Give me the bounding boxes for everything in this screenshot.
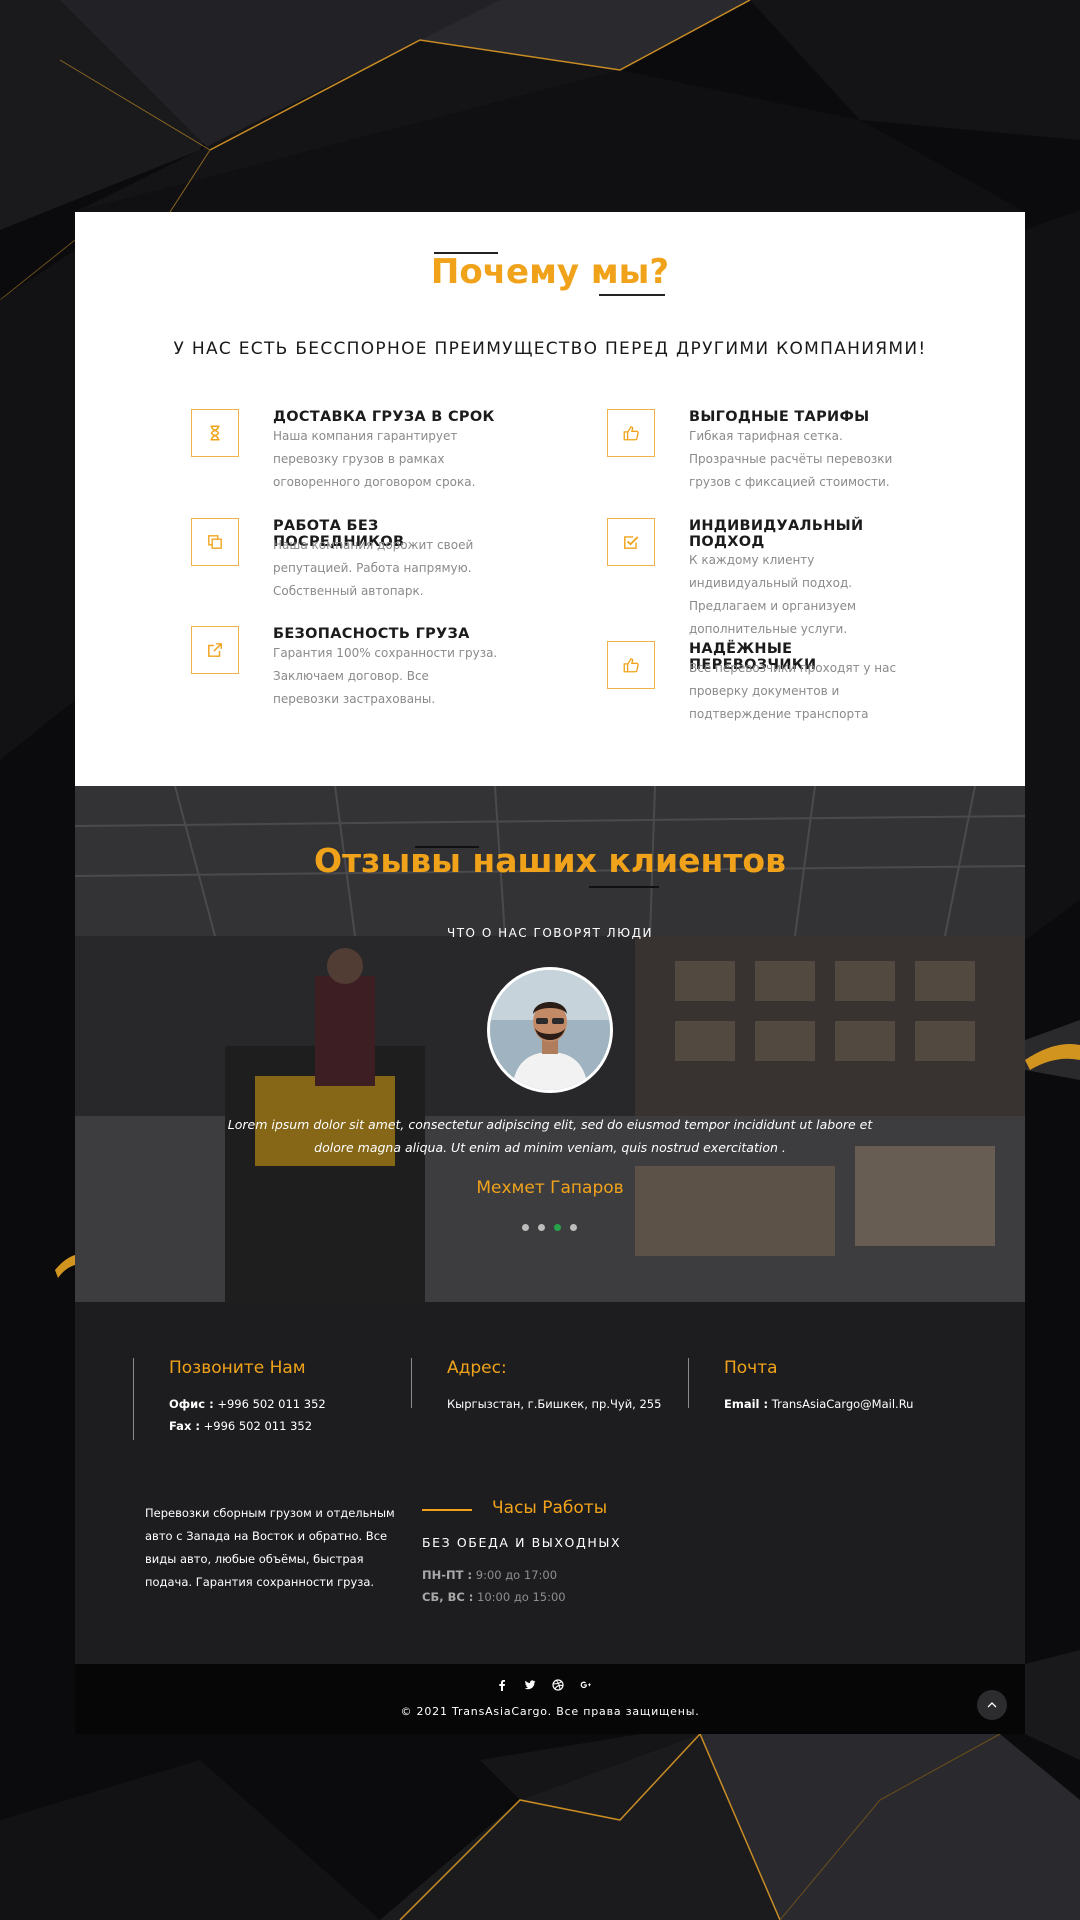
feature-title: ВЫГОДНЫЕ ТАРИФЫ <box>689 409 870 425</box>
weekend-value: 10:00 до 15:00 <box>477 1590 566 1604</box>
reviewer-avatar <box>487 967 613 1093</box>
hours-weekdays: ПН-ПТ : 9:00 до 17:00 <box>422 1568 557 1582</box>
weekend-label: СБ, ВС : <box>422 1590 474 1604</box>
hours-weekend: СБ, ВС : 10:00 до 15:00 <box>422 1590 566 1604</box>
google-plus-icon[interactable] <box>579 1678 593 1692</box>
why-us-section: Почему мы? У НАС ЕСТЬ БЕССПОРНОЕ ПРЕИМУЩ… <box>75 212 1025 786</box>
address-heading: Адрес: <box>447 1358 507 1378</box>
reviews-subtitle: ЧТО О НАС ГОВОРЯТ ЛЮДИ <box>447 926 653 940</box>
reviews-title: Отзывы наших клиентов <box>314 841 786 880</box>
social-links <box>495 1678 593 1692</box>
carousel-dot-4[interactable] <box>570 1224 577 1231</box>
scroll-to-top-button[interactable] <box>977 1690 1007 1720</box>
contact-phone-block: Позвоните Нам Офис : +996 502 011 352 Fa… <box>133 1358 326 1440</box>
contact-address-block: Адрес: Кыргызстан, г.Бишкек, пр.Чуй, 255 <box>411 1358 661 1411</box>
phone-heading: Позвоните Нам <box>169 1358 306 1378</box>
feature-title: БЕЗОПАСНОСТЬ ГРУЗА <box>273 626 470 642</box>
check-square-icon <box>607 518 655 566</box>
hours-decor-line <box>422 1509 472 1511</box>
carousel-dot-2[interactable] <box>538 1224 545 1231</box>
feature-text: Гарантия 100% сохранности груза. Заключа… <box>273 646 498 706</box>
footer: Позвоните Нам Офис : +996 502 011 352 Fa… <box>75 1302 1025 1664</box>
feature-text: Все перевозчики проходят у нас проверку … <box>689 661 897 721</box>
why-us-title: Почему мы? <box>430 252 670 292</box>
fax-number[interactable]: +996 502 011 352 <box>204 1419 312 1433</box>
title-decor-line-bottom <box>599 294 665 296</box>
feature-text: Наша компания дорожит своей репутацией. … <box>273 538 474 598</box>
email-label: Email : <box>724 1397 769 1411</box>
email-line: Email : TransAsiaCargo@Mail.Ru <box>724 1397 913 1411</box>
feature-title: ИНДИВИДУАЛЬНЫЙ ПОДХОД <box>689 518 864 550</box>
feature-text: Наша компания гарантирует перевозку груз… <box>273 429 476 489</box>
fax-label: Fax : <box>169 1419 200 1433</box>
thumbs-up-icon <box>607 409 655 457</box>
feature-title: ДОСТАВКА ГРУЗА В СРОК <box>273 409 495 425</box>
reviewer-name: Мехмет Гапаров <box>476 1178 624 1198</box>
thumbs-up-icon <box>607 641 655 689</box>
carousel-dot-3[interactable] <box>554 1224 561 1231</box>
mail-heading: Почта <box>724 1358 778 1378</box>
weekdays-value: 9:00 до 17:00 <box>475 1568 558 1582</box>
chevron-up-icon <box>987 1702 997 1708</box>
fax-phone: Fax : +996 502 011 352 <box>169 1419 312 1433</box>
weekdays-label: ПН-ПТ : <box>422 1568 473 1582</box>
office-number[interactable]: +996 502 011 352 <box>217 1397 325 1411</box>
hours-subtitle: БЕЗ ОБЕДА И ВЫХОДНЫХ <box>422 1535 622 1550</box>
address-value: Кыргызстан, г.Бишкек, пр.Чуй, 255 <box>447 1397 662 1411</box>
review-quote: Lorem ipsum dolor sit amet, consectetur … <box>227 1117 873 1155</box>
dribbble-icon[interactable] <box>551 1678 565 1692</box>
contact-mail-block: Почта Email : TransAsiaCargo@Mail.Ru <box>688 1358 913 1411</box>
twitter-icon[interactable] <box>523 1678 537 1692</box>
office-phone: Офис : +996 502 011 352 <box>169 1397 326 1411</box>
email-link[interactable]: TransAsiaCargo@Mail.Ru <box>772 1397 914 1411</box>
why-us-subtitle: У НАС ЕСТЬ БЕССПОРНОЕ ПРЕИМУЩЕСТВО ПЕРЕД… <box>173 339 927 359</box>
office-label: Офис : <box>169 1397 214 1411</box>
external-link-icon <box>191 626 239 674</box>
carousel-dot-1[interactable] <box>522 1224 529 1231</box>
about-text: Перевозки сборным грузом и отдельным авт… <box>145 1506 395 1589</box>
title-decor-line-bottow <box>589 886 659 888</box>
feature-text: Гибкая тарифная сетка. Прозрачные расчёт… <box>689 429 893 489</box>
hours-heading: Часы Работы <box>492 1498 608 1518</box>
copy-icon <box>191 518 239 566</box>
hourglass-icon <box>191 409 239 457</box>
carousel-dots <box>522 1224 577 1231</box>
testimonials-section: Отзывы наших клиентов ЧТО О НАС ГОВОРЯТ … <box>75 786 1025 1302</box>
copyright-text: © 2021 TransAsiaCargo. Все права защищен… <box>400 1705 700 1718</box>
bottom-bar: © 2021 TransAsiaCargo. Все права защищен… <box>75 1664 1025 1734</box>
facebook-icon[interactable] <box>495 1678 509 1692</box>
feature-text: К каждому клиенту индивидуальный подход.… <box>689 553 857 636</box>
